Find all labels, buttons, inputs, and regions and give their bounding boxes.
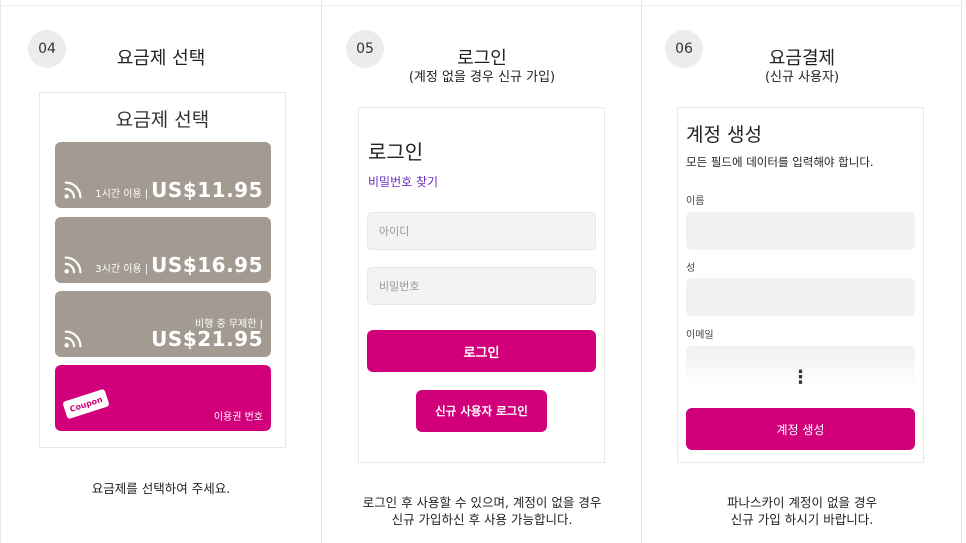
- login-button[interactable]: 로그인: [367, 330, 596, 372]
- divider: [322, 5, 641, 6]
- first-name-label: 이름: [686, 196, 705, 207]
- last-name-label: 성: [686, 263, 696, 274]
- login-screen: 로그인 비밀번호 찾기 아이디 비밀번호 로그인 신규 사용자 로그인: [358, 107, 605, 463]
- step-title: 요금제 선택: [116, 48, 206, 69]
- plan-card-unlimited[interactable]: 비행 중 무제한 | US$21.95: [55, 291, 271, 357]
- new-user-login-button[interactable]: 신규 사용자 로그인: [416, 390, 547, 432]
- wifi-icon: [64, 330, 82, 348]
- divider: [642, 5, 961, 6]
- plan-duration-label: 1시간 이용 |: [95, 189, 149, 200]
- find-password-link[interactable]: 비밀번호 찾기: [368, 173, 438, 190]
- more-fields-icon: ⋮: [791, 367, 810, 388]
- step-subtitle: (신규 사용자): [764, 70, 840, 85]
- step-subtitle: (계정 없을 경우 신규 가입): [408, 70, 556, 85]
- login-heading: 로그인: [368, 140, 424, 164]
- plan-price: US$21.95: [151, 327, 263, 351]
- step-caption: 로그인 후 사용할 수 있으며, 계정이 없을 경우 신규 가입하신 후 사용 …: [332, 494, 632, 528]
- plan-price: US$16.95: [151, 253, 263, 277]
- step-caption: 파나스카이 계정이 없을 경우 신규 가입 하시기 바랍니다.: [652, 494, 952, 528]
- account-heading: 계정 생성: [686, 124, 762, 146]
- step-panel-04: 04 요금제 선택 요금제 선택 1시간 이용 | US$11.95 3시간 이…: [0, 0, 322, 543]
- caption-line: 로그인 후 사용할 수 있으며, 계정이 없을 경우: [362, 495, 602, 510]
- id-input[interactable]: 아이디: [367, 212, 596, 250]
- step-badge: 06: [665, 30, 703, 68]
- coupon-tag-icon: Coupon: [62, 388, 110, 420]
- step-caption: 요금제를 선택하여 주세요.: [91, 481, 231, 496]
- last-name-field[interactable]: [686, 278, 915, 316]
- create-account-button[interactable]: 계정 생성: [686, 408, 915, 450]
- step-panel-06: 06 요금결제 (신규 사용자) 계정 생성 모든 필드에 데이터를 입력해야 …: [642, 0, 962, 543]
- caption-line: 신규 가입 하시기 바랍니다.: [730, 512, 874, 527]
- plan-screen: 요금제 선택 1시간 이용 | US$11.95 3시간 이용 | US$16.…: [39, 92, 286, 448]
- account-description: 모든 필드에 데이터를 입력해야 합니다.: [686, 155, 874, 169]
- divider: [1, 5, 321, 6]
- caption-line: 파나스카이 계정이 없을 경우: [727, 495, 877, 510]
- wifi-icon: [64, 256, 82, 274]
- step-panel-05: 05 로그인 (계정 없을 경우 신규 가입) 로그인 비밀번호 찾기 아이디 …: [322, 0, 642, 543]
- plan-card-1h[interactable]: 1시간 이용 | US$11.95: [55, 142, 271, 208]
- email-label: 이메일: [686, 330, 714, 341]
- plan-heading: 요금제 선택: [115, 109, 210, 131]
- password-input[interactable]: 비밀번호: [367, 267, 596, 305]
- caption-line: 신규 가입하신 후 사용 가능합니다.: [391, 512, 573, 527]
- wifi-icon: [64, 181, 82, 199]
- coupon-card[interactable]: Coupon 이용권 번호: [55, 365, 271, 431]
- plan-price: US$11.95: [151, 178, 263, 202]
- first-name-field[interactable]: [686, 212, 915, 250]
- coupon-label: 이용권 번호: [213, 412, 263, 423]
- plan-card-3h[interactable]: 3시간 이용 | US$16.95: [55, 217, 271, 283]
- plan-duration-label: 3시간 이용 |: [95, 264, 149, 275]
- step-badge: 05: [346, 30, 384, 68]
- account-screen: 계정 생성 모든 필드에 데이터를 입력해야 합니다. 이름 성 이메일 ⋮ 계…: [677, 107, 924, 463]
